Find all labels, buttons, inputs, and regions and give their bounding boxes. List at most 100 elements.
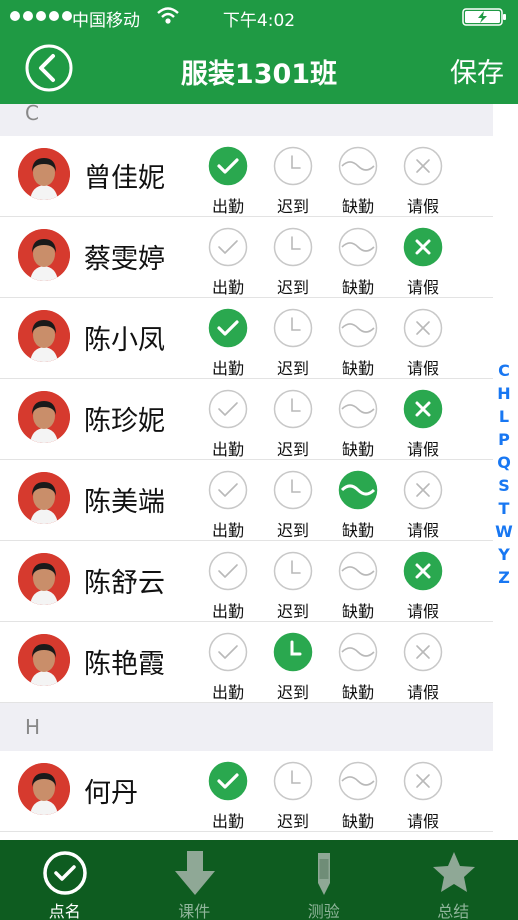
option-leave[interactable]: 请假 [393,632,453,702]
student-name: 曾佳妮 [84,163,165,194]
option-present[interactable]: 出勤 [198,389,258,459]
option-present[interactable]: 出勤 [198,308,258,378]
option-leave[interactable]: 请假 [393,389,453,459]
wave-icon [338,308,378,348]
tab-label: 课件 [178,902,211,920]
avatar [18,634,70,686]
clock-icon [273,308,313,348]
option-label: 迟到 [276,278,309,297]
student-name: 陈小凤 [84,325,165,356]
option-absent[interactable]: 缺勤 [328,761,388,831]
cross-icon [403,632,443,672]
cross-icon [403,389,443,429]
check-icon [208,146,248,186]
student-list[interactable]: C 曾佳妮 出勤 迟到 缺勤 请假 蔡雯婷 出勤 迟到 缺勤 请假 陈小凤 出勤 迟到 缺勤 请假 陈珍妮 出勤迟… [0,104,518,840]
index-letter[interactable]: Z [494,566,514,589]
top-bar: 中国移动 下午4:02 服装1301班 保存 [0,0,518,104]
option-late[interactable]: 迟到 [263,632,323,702]
option-label: 迟到 [276,812,309,831]
index-letter[interactable]: W [494,520,514,543]
option-leave[interactable]: 请假 [393,146,453,216]
index-letter[interactable]: T [494,497,514,520]
option-label: 缺勤 [341,812,374,831]
option-label: 缺勤 [341,440,374,459]
option-absent[interactable]: 缺勤 [328,227,388,297]
option-absent[interactable]: 缺勤 [328,389,388,459]
wave-icon [338,761,378,801]
option-absent[interactable]: 缺勤 [328,470,388,540]
tab-label: 测验 [307,902,340,920]
clock-icon [273,227,313,267]
option-label: 迟到 [276,359,309,378]
option-present[interactable]: 出勤 [198,551,258,621]
option-label: 出勤 [211,683,244,702]
student-name: 陈艳霞 [84,649,165,680]
clock-icon [273,470,313,510]
wave-icon [338,389,378,429]
option-leave[interactable]: 请假 [393,551,453,621]
tab-courseware[interactable]: 课件 [130,840,260,920]
option-late[interactable]: 迟到 [263,470,323,540]
index-letter[interactable]: H [494,382,514,405]
student-row: 陈小凤出勤 迟到 缺勤 请假 [0,298,493,379]
option-leave[interactable]: 请假 [393,227,453,297]
check-icon [208,632,248,672]
index-letter[interactable]: Y [494,543,514,566]
index-letter[interactable]: Q [494,451,514,474]
tab-rollcall[interactable]: 点名 [0,840,130,920]
option-present[interactable]: 出勤 [198,761,258,831]
option-label: 缺勤 [341,683,374,702]
check-icon [208,470,248,510]
tab-summary[interactable]: 总结 [389,840,518,920]
option-late[interactable]: 迟到 [263,308,323,378]
index-letter[interactable]: C [494,359,514,382]
option-absent[interactable]: 缺勤 [328,632,388,702]
index-letter[interactable]: P [494,428,514,451]
option-present[interactable]: 出勤 [198,227,258,297]
check-icon [208,227,248,267]
option-present[interactable]: 出勤 [198,470,258,540]
star-icon [430,849,478,897]
option-absent[interactable]: 缺勤 [328,146,388,216]
cross-icon [403,470,443,510]
alphabet-index[interactable]: CHLPQSTWYZ [494,359,514,589]
avatar [18,148,70,200]
index-letter[interactable]: S [494,474,514,497]
clock-icon [273,551,313,591]
tab-quiz[interactable]: 测验 [259,840,389,920]
option-late[interactable]: 迟到 [263,146,323,216]
status-time: 下午4:02 [222,11,296,31]
option-label: 请假 [406,197,439,216]
option-absent[interactable]: 缺勤 [328,308,388,378]
option-leave[interactable]: 请假 [393,470,453,540]
check-icon [208,389,248,429]
download-arrow-icon [171,849,219,897]
student-row: 陈美端 出勤 迟到 缺勤 请假 [0,460,493,541]
option-label: 请假 [406,278,439,297]
wave-icon [338,227,378,267]
option-label: 出勤 [211,602,244,621]
option-present[interactable]: 出勤 [198,632,258,702]
option-label: 迟到 [276,197,309,216]
option-leave[interactable]: 请假 [393,761,453,831]
option-late[interactable]: 迟到 [263,551,323,621]
cross-icon [403,146,443,186]
check-circle-icon [41,849,89,897]
option-late[interactable]: 迟到 [263,227,323,297]
option-label: 出勤 [211,359,244,378]
option-present[interactable]: 出勤 [198,146,258,216]
option-late[interactable]: 迟到 [263,761,323,831]
option-label: 缺勤 [341,521,374,540]
option-label: 缺勤 [341,602,374,621]
save-button[interactable]: 保存 [450,51,504,90]
student-name: 陈美端 [84,487,165,518]
option-late[interactable]: 迟到 [263,389,323,459]
student-row: 陈艳霞出勤 迟到 缺勤 请假 [0,622,493,703]
option-absent[interactable]: 缺勤 [328,551,388,621]
cross-icon [403,308,443,348]
option-label: 请假 [406,812,439,831]
index-letter[interactable]: L [494,405,514,428]
check-icon [208,551,248,591]
option-leave[interactable]: 请假 [393,308,453,378]
student-row: 何丹 出勤 迟到 缺勤 请假 [0,751,493,832]
